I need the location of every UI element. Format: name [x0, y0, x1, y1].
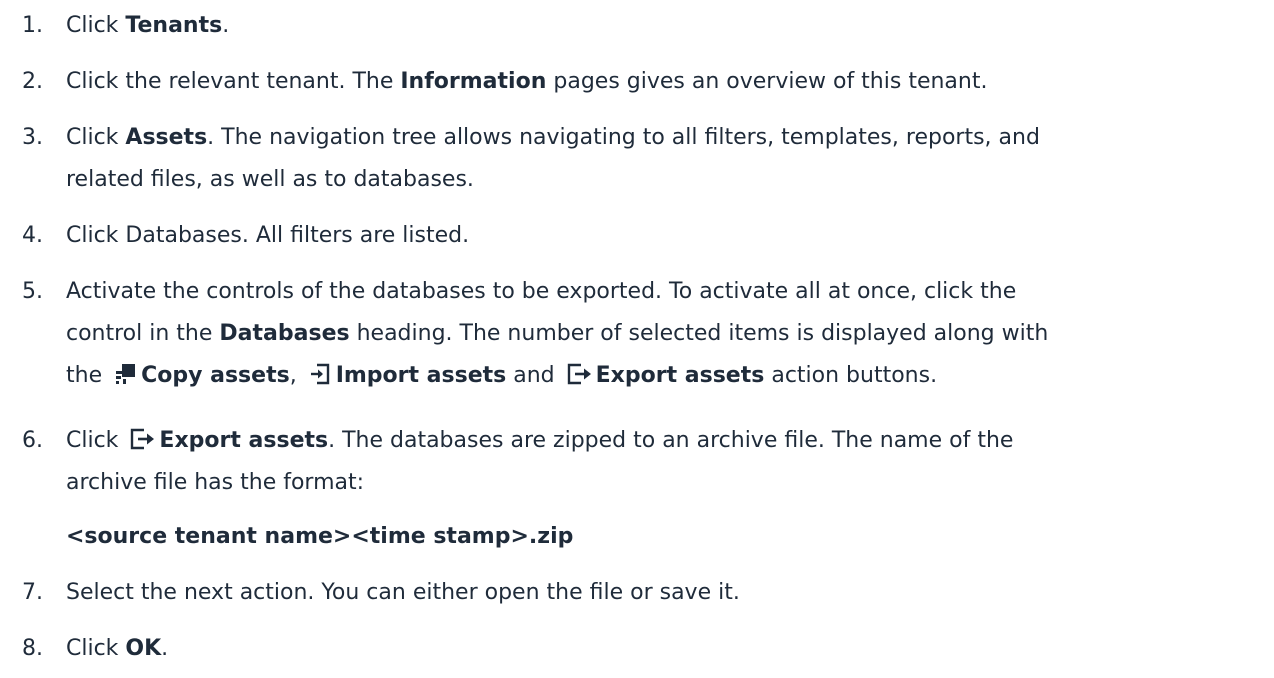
step-text: . The navigation tree allows navigating …	[207, 125, 1040, 150]
step-text: heading. The number of selected items is…	[349, 321, 1049, 346]
copy-assets-label: Copy assets	[141, 363, 290, 388]
step-text: archive file has the format:	[66, 470, 365, 495]
step-text: . The databases are zipped to an archive…	[328, 428, 1014, 453]
ui-term-ok: OK	[125, 636, 162, 661]
step-text: ,	[289, 363, 304, 388]
step-text: Click Databases. All filters are listed.	[66, 223, 470, 248]
step-text: Click	[66, 125, 126, 150]
copy-assets-icon	[113, 362, 137, 397]
export-assets-label: Export assets	[595, 363, 765, 388]
step-text: and	[506, 363, 562, 388]
step-number: 2.	[22, 69, 43, 94]
import-assets-icon	[308, 362, 332, 397]
step-text: action buttons.	[764, 363, 938, 388]
step-number: 6.	[22, 428, 43, 453]
step-text: control in the	[66, 321, 220, 346]
step-text: Click	[66, 428, 126, 453]
step-text: Click	[66, 13, 126, 38]
ui-term-information: Information	[400, 69, 547, 94]
step-text: .	[161, 636, 169, 661]
step-text: Select the next action. You can either o…	[66, 580, 740, 605]
step-text: Click	[66, 636, 126, 661]
step-text: Activate the controls of the databases t…	[66, 279, 1017, 304]
import-assets-label: Import assets	[335, 363, 507, 388]
ui-term-databases: Databases	[219, 321, 350, 346]
step-number: 4.	[22, 223, 43, 248]
export-assets-icon	[129, 427, 155, 462]
filename-format: <source tenant name><time stamp>.zip	[66, 524, 574, 549]
step-text: pages gives an overview of this tenant.	[546, 69, 988, 94]
step-number: 3.	[22, 125, 43, 150]
export-assets-label: Export assets	[159, 428, 329, 453]
ui-term-assets: Assets	[125, 125, 208, 150]
step-text: related files, as well as to databases.	[66, 167, 474, 192]
ui-term-tenants: Tenants	[125, 13, 223, 38]
step-number: 8.	[22, 636, 43, 661]
step-text: the	[66, 363, 110, 388]
step-text: Click the relevant tenant. The	[66, 69, 401, 94]
export-assets-icon	[566, 362, 592, 397]
step-text: .	[222, 13, 230, 38]
step-number: 1.	[22, 13, 43, 38]
step-number: 5.	[22, 279, 43, 304]
step-number: 7.	[22, 580, 43, 605]
